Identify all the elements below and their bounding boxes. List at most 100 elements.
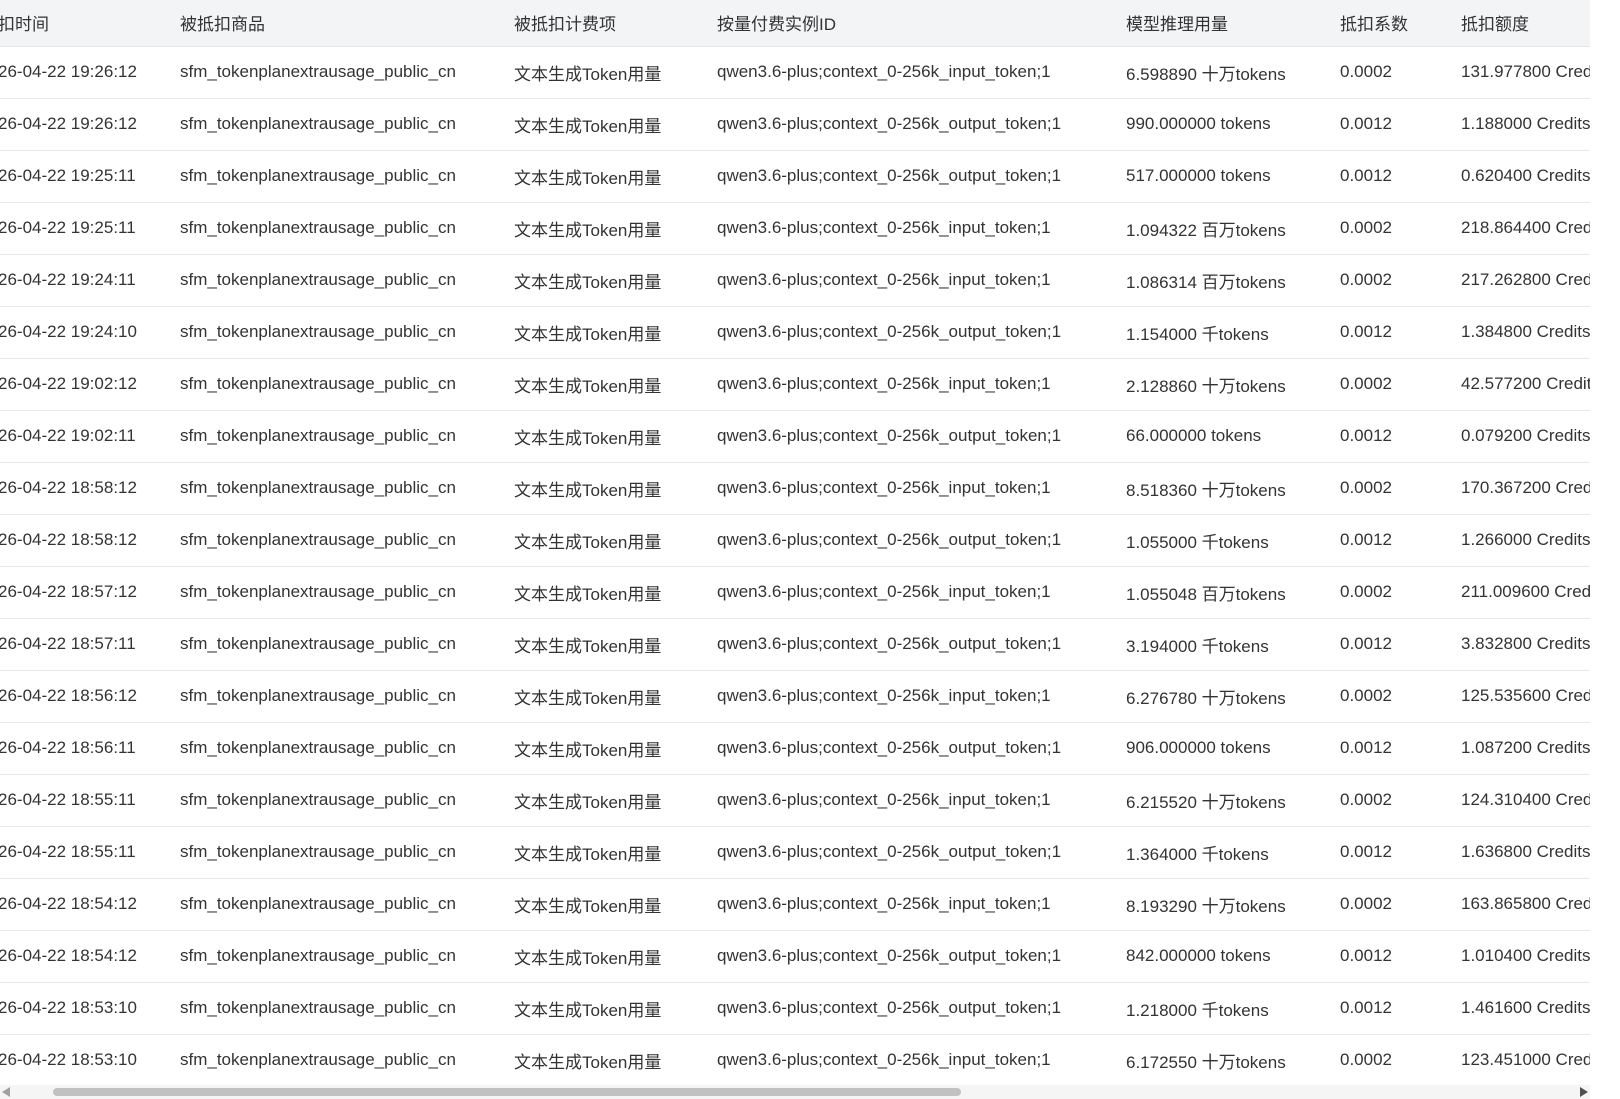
table-scroll-area[interactable]: 扣时间 被抵扣商品 被抵扣计费项 按量付费实例ID 模型推理用量 抵扣系数 抵扣… [0,0,1590,1085]
cell-item: 文本生成Token用量 [514,46,717,99]
cell-amount: 1.461600 Credits [1461,982,1590,1035]
cell-coefficient: 0.0002 [1340,1034,1461,1085]
cell-usage: 906.000000 tokens [1126,722,1340,775]
cell-time: 26-04-22 19:26:12 [0,46,180,99]
table-row[interactable]: 26-04-22 19:02:12 sfm_tokenplanextrausage… [0,358,1590,411]
cell-instance-id: qwen3.6-plus;context_0-256k_input_token;… [717,670,1126,723]
table-row[interactable]: 26-04-22 18:53:10 sfm_tokenplanextrausage… [0,982,1590,1035]
cell-usage: 8.193290 十万tokens [1126,878,1340,931]
cell-usage: 8.518360 十万tokens [1126,462,1340,515]
cell-time: 26-04-22 19:02:11 [0,410,180,463]
cell-amount: 211.009600 Credits [1461,566,1590,619]
table-row[interactable]: 26-04-22 18:58:12 sfm_tokenplanextrausage… [0,462,1590,515]
cell-coefficient: 0.0002 [1340,358,1461,411]
cell-instance-id: qwen3.6-plus;context_0-256k_input_token;… [717,774,1126,827]
cell-product: sfm_tokenplanextrausage_public_cn [180,774,514,827]
cell-amount: 1.188000 Credits [1461,98,1590,151]
table-row[interactable]: 26-04-22 18:56:11 sfm_tokenplanextrausage… [0,722,1590,775]
cell-time: 26-04-22 18:53:10 [0,982,180,1035]
table-row[interactable]: 26-04-22 18:54:12 sfm_tokenplanextrausage… [0,878,1590,931]
cell-amount: 218.864400 Credits [1461,202,1590,255]
cell-usage: 2.128860 十万tokens [1126,358,1340,411]
cell-amount: 1.266000 Credits [1461,514,1590,567]
cell-instance-id: qwen3.6-plus;context_0-256k_input_token;… [717,878,1126,931]
table-row[interactable]: 26-04-22 18:55:11 sfm_tokenplanextrausage… [0,826,1590,879]
cell-amount: 42.577200 Credits [1461,358,1590,411]
cell-amount: 131.977800 Credits [1461,46,1590,99]
cell-amount: 1.010400 Credits [1461,930,1590,983]
cell-item: 文本生成Token用量 [514,566,717,619]
cell-amount: 0.620400 Credits [1461,150,1590,203]
table-row[interactable]: 26-04-22 19:26:12 sfm_tokenplanextrausage… [0,98,1590,151]
cell-usage: 6.215520 十万tokens [1126,774,1340,827]
table-row[interactable]: 26-04-22 18:57:12 sfm_tokenplanextrausage… [0,566,1590,619]
cell-coefficient: 0.0012 [1340,306,1461,359]
column-header-coefficient: 抵扣系数 [1340,0,1461,47]
cell-item: 文本生成Token用量 [514,878,717,931]
cell-product: sfm_tokenplanextrausage_public_cn [180,410,514,463]
cell-usage: 1.086314 百万tokens [1126,254,1340,307]
cell-time: 26-04-22 19:24:11 [0,254,180,307]
cell-item: 文本生成Token用量 [514,254,717,307]
cell-instance-id: qwen3.6-plus;context_0-256k_output_token… [717,98,1126,151]
cell-instance-id: qwen3.6-plus;context_0-256k_output_token… [717,618,1126,671]
cell-item: 文本生成Token用量 [514,410,717,463]
cell-usage: 6.598890 十万tokens [1126,46,1340,99]
table-row[interactable]: 26-04-22 19:24:10 sfm_tokenplanextrausage… [0,306,1590,359]
cell-coefficient: 0.0002 [1340,566,1461,619]
cell-item: 文本生成Token用量 [514,982,717,1035]
cell-time: 26-04-22 18:55:11 [0,774,180,827]
cell-coefficient: 0.0002 [1340,774,1461,827]
table-row[interactable]: 26-04-22 18:58:12 sfm_tokenplanextrausage… [0,514,1590,567]
cell-usage: 842.000000 tokens [1126,930,1340,983]
cell-product: sfm_tokenplanextrausage_public_cn [180,306,514,359]
cell-coefficient: 0.0012 [1340,722,1461,775]
cell-time: 26-04-22 18:54:12 [0,878,180,931]
cell-instance-id: qwen3.6-plus;context_0-256k_output_token… [717,982,1126,1035]
cell-product: sfm_tokenplanextrausage_public_cn [180,826,514,879]
chevron-left-icon[interactable] [2,1087,10,1097]
cell-time: 26-04-22 19:24:10 [0,306,180,359]
column-header-usage: 模型推理用量 [1126,0,1340,47]
chevron-right-icon[interactable] [1580,1087,1588,1097]
cell-instance-id: qwen3.6-plus;context_0-256k_output_token… [717,150,1126,203]
column-header-instance-id: 按量付费实例ID [717,0,1126,47]
cell-time: 26-04-22 18:58:12 [0,514,180,567]
table-row[interactable]: 26-04-22 18:53:10 sfm_tokenplanextrausage… [0,1034,1590,1085]
cell-instance-id: qwen3.6-plus;context_0-256k_output_token… [717,410,1126,463]
column-header-item: 被抵扣计费项 [514,0,717,47]
cell-coefficient: 0.0002 [1340,462,1461,515]
cell-product: sfm_tokenplanextrausage_public_cn [180,722,514,775]
table-row[interactable]: 26-04-22 19:24:11 sfm_tokenplanextrausage… [0,254,1590,307]
cell-item: 文本生成Token用量 [514,1034,717,1085]
table-row[interactable]: 26-04-22 18:57:11 sfm_tokenplanextrausage… [0,618,1590,671]
cell-time: 26-04-22 19:02:12 [0,358,180,411]
scrollbar-thumb[interactable] [53,1088,961,1096]
cell-time: 26-04-22 18:57:11 [0,618,180,671]
cell-time: 26-04-22 18:57:12 [0,566,180,619]
cell-instance-id: qwen3.6-plus;context_0-256k_input_token;… [717,202,1126,255]
table-row[interactable]: 26-04-22 18:56:12 sfm_tokenplanextrausage… [0,670,1590,723]
table-row[interactable]: 26-04-22 18:54:12 sfm_tokenplanextrausage… [0,930,1590,983]
table-row[interactable]: 26-04-22 19:26:12 sfm_tokenplanextrausage… [0,46,1590,99]
table-row[interactable]: 26-04-22 19:02:11 sfm_tokenplanextrausage… [0,410,1590,463]
table-row[interactable]: 26-04-22 19:25:11 sfm_tokenplanextrausage… [0,202,1590,255]
cell-instance-id: qwen3.6-plus;context_0-256k_output_token… [717,514,1126,567]
cell-usage: 1.364000 千tokens [1126,826,1340,879]
cell-product: sfm_tokenplanextrausage_public_cn [180,358,514,411]
cell-amount: 124.310400 Credits [1461,774,1590,827]
cell-coefficient: 0.0012 [1340,410,1461,463]
deduction-table: 扣时间 被抵扣商品 被抵扣计费项 按量付费实例ID 模型推理用量 抵扣系数 抵扣… [0,0,1590,1085]
cell-time: 26-04-22 18:56:12 [0,670,180,723]
cell-usage: 1.094322 百万tokens [1126,202,1340,255]
cell-item: 文本生成Token用量 [514,618,717,671]
cell-item: 文本生成Token用量 [514,306,717,359]
horizontal-scrollbar[interactable] [0,1085,1590,1099]
cell-usage: 3.194000 千tokens [1126,618,1340,671]
cell-amount: 1.087200 Credits [1461,722,1590,775]
cell-time: 26-04-22 18:53:10 [0,1034,180,1085]
table-row[interactable]: 26-04-22 18:55:11 sfm_tokenplanextrausage… [0,774,1590,827]
cell-item: 文本生成Token用量 [514,514,717,567]
cell-time: 26-04-22 18:55:11 [0,826,180,879]
table-row[interactable]: 26-04-22 19:25:11 sfm_tokenplanextrausage… [0,150,1590,203]
